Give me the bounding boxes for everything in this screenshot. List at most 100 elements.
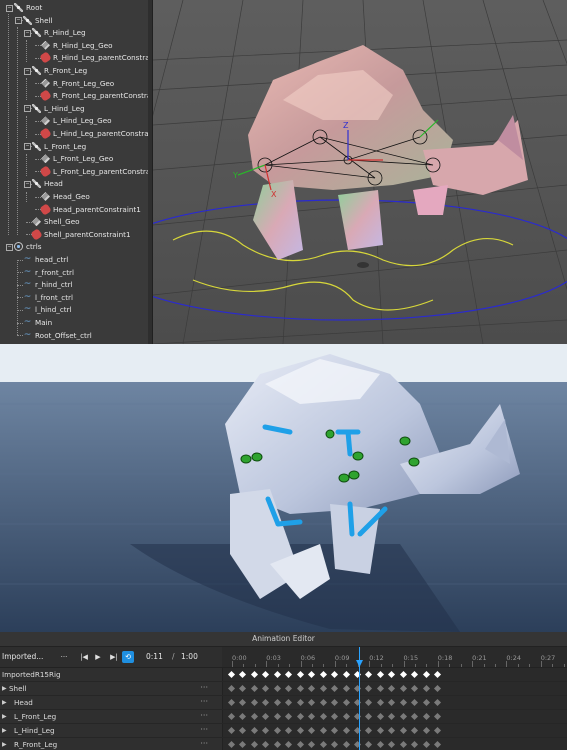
- current-time-field[interactable]: 0:11: [146, 651, 168, 663]
- outliner-item-shell-parentconstraint1[interactable]: Shell_parentConstraint1: [30, 228, 131, 241]
- keyframe-marker[interactable]: [273, 740, 281, 748]
- keyframe-marker[interactable]: [308, 670, 316, 678]
- keyframe-marker[interactable]: [331, 670, 339, 678]
- outliner-scrollbar[interactable]: [148, 0, 152, 344]
- outliner-item-shell-geo[interactable]: Shell_Geo: [32, 215, 80, 228]
- keyframe-marker[interactable]: [250, 684, 258, 692]
- outliner-item-l-hind-leg[interactable]: L_Hind_Leg: [32, 102, 85, 115]
- keyframe-marker[interactable]: [262, 726, 270, 734]
- keyframe-marker[interactable]: [342, 698, 350, 706]
- outliner-item-r-hind-leg-geo[interactable]: R_Hind_Leg_Geo: [41, 39, 113, 52]
- outliner-item-root-offset-ctrl[interactable]: ~ Root_Offset_ctrl: [23, 329, 92, 342]
- rig-name-label[interactable]: Imported...: [2, 651, 54, 663]
- outliner-item-head-geo[interactable]: Head_Geo: [41, 190, 90, 203]
- keyframe-marker[interactable]: [319, 740, 327, 748]
- keyframe-marker[interactable]: [422, 698, 430, 706]
- expand-arrow-icon[interactable]: ▶: [2, 696, 7, 709]
- keyframe-marker[interactable]: [319, 712, 327, 720]
- outliner-item-main[interactable]: ~ Main: [23, 316, 52, 329]
- expand-arrow-icon[interactable]: ▶: [2, 710, 7, 723]
- keyframe-marker[interactable]: [342, 740, 350, 748]
- keyframe-marker[interactable]: [250, 740, 258, 748]
- keyframe-marker[interactable]: [399, 740, 407, 748]
- keyframe-marker[interactable]: [273, 670, 281, 678]
- keyframe-marker[interactable]: [422, 684, 430, 692]
- track-more-icon[interactable]: ···: [200, 724, 208, 735]
- track-more-icon[interactable]: ···: [200, 696, 208, 707]
- keyframe-marker[interactable]: [365, 712, 373, 720]
- outliner-item-l-hind-leg-parentconstraint1[interactable]: L_Hind_Leg_parentConstraint1: [39, 127, 152, 140]
- outliner-item-head-parentconstraint1[interactable]: Head_parentConstraint1: [39, 202, 141, 216]
- track-lane[interactable]: [223, 696, 567, 709]
- track-row[interactable]: ▶ R_Front_Leg ···: [0, 738, 567, 750]
- keyframe-marker[interactable]: [399, 712, 407, 720]
- outliner-panel[interactable]: Root − Shell − R_Hind_Leg − R_Hind_Leg_Geo R_Hi…: [0, 0, 153, 344]
- keyframe-marker[interactable]: [273, 712, 281, 720]
- keyframe-marker[interactable]: [319, 684, 327, 692]
- keyframe-marker[interactable]: [434, 726, 442, 734]
- skip-to-start-icon[interactable]: |◀: [78, 651, 90, 663]
- loop-toggle-icon[interactable]: ⟲: [122, 651, 134, 663]
- keyframe-marker[interactable]: [296, 740, 304, 748]
- keyframe-marker[interactable]: [411, 740, 419, 748]
- keyframe-marker[interactable]: [262, 698, 270, 706]
- keyframe-marker[interactable]: [365, 726, 373, 734]
- keyframe-marker[interactable]: [411, 698, 419, 706]
- keyframe-marker[interactable]: [422, 740, 430, 748]
- keyframe-marker[interactable]: [296, 712, 304, 720]
- track-lane[interactable]: [223, 668, 567, 681]
- keyframe-marker[interactable]: [422, 726, 430, 734]
- skip-to-end-icon[interactable]: ▶|: [108, 651, 120, 663]
- play-icon[interactable]: ▶: [92, 651, 104, 663]
- keyframe-marker[interactable]: [411, 712, 419, 720]
- keyframe-marker[interactable]: [262, 684, 270, 692]
- outliner-item-l-front-ctrl[interactable]: ~ l_front_ctrl: [23, 291, 73, 304]
- keyframe-marker[interactable]: [285, 698, 293, 706]
- keyframe-marker[interactable]: [262, 740, 270, 748]
- keyframe-marker[interactable]: [365, 698, 373, 706]
- keyframe-marker[interactable]: [227, 698, 236, 706]
- track-more-icon[interactable]: ···: [200, 738, 208, 749]
- outliner-item-l-front-leg-parentconstraint1[interactable]: L_Front_Leg_parentConstraint1: [39, 165, 152, 178]
- keyframe-marker[interactable]: [434, 712, 442, 720]
- keyframe-marker[interactable]: [227, 670, 236, 678]
- keyframe-marker[interactable]: [296, 670, 304, 678]
- outliner-item-head[interactable]: Head: [32, 177, 63, 190]
- expand-arrow-icon[interactable]: ▶: [2, 724, 7, 737]
- outliner-item-r-hind-ctrl[interactable]: ~ r_hind_ctrl: [23, 278, 73, 291]
- keyframe-marker[interactable]: [388, 712, 396, 720]
- outliner-item-r-hind-leg[interactable]: R_Hind_Leg: [32, 26, 86, 39]
- keyframe-marker[interactable]: [342, 684, 350, 692]
- keyframe-marker[interactable]: [227, 712, 236, 720]
- collapse-toggle-icon[interactable]: −: [24, 29, 31, 37]
- outliner-item-shell[interactable]: Shell: [23, 14, 53, 27]
- track-row[interactable]: ▶ Shell ···: [0, 682, 567, 696]
- keyframe-marker[interactable]: [399, 684, 407, 692]
- outliner-item-root[interactable]: Root: [14, 1, 42, 14]
- keyframe-marker[interactable]: [388, 698, 396, 706]
- outliner-item-head-ctrl[interactable]: ~ head_ctrl: [23, 253, 69, 266]
- keyframe-marker[interactable]: [388, 670, 396, 678]
- keyframe-marker[interactable]: [273, 698, 281, 706]
- track-lane[interactable]: [223, 724, 567, 737]
- keyframe-marker[interactable]: [296, 698, 304, 706]
- keyframe-marker[interactable]: [342, 712, 350, 720]
- keyframe-marker[interactable]: [331, 726, 339, 734]
- outliner-item-r-front-ctrl[interactable]: ~ r_front_ctrl: [23, 266, 74, 279]
- track-header[interactable]: ImportedR15Rig: [0, 668, 223, 681]
- keyframe-marker[interactable]: [376, 726, 384, 734]
- keyframe-marker[interactable]: [250, 670, 258, 678]
- keyframe-marker[interactable]: [319, 698, 327, 706]
- keyframe-marker[interactable]: [411, 670, 419, 678]
- track-more-icon[interactable]: ···: [200, 710, 208, 721]
- keyframe-marker[interactable]: [285, 670, 293, 678]
- keyframe-marker[interactable]: [434, 684, 442, 692]
- outliner-item-r-front-leg-geo[interactable]: R_Front_Leg_Geo: [41, 77, 114, 90]
- keyframe-marker[interactable]: [239, 670, 247, 678]
- keyframe-marker[interactable]: [411, 726, 419, 734]
- keyframe-marker[interactable]: [239, 684, 247, 692]
- keyframe-marker[interactable]: [376, 698, 384, 706]
- keyframe-marker[interactable]: [296, 726, 304, 734]
- track-header[interactable]: ▶ Shell ···: [0, 682, 223, 695]
- keyframe-marker[interactable]: [227, 726, 236, 734]
